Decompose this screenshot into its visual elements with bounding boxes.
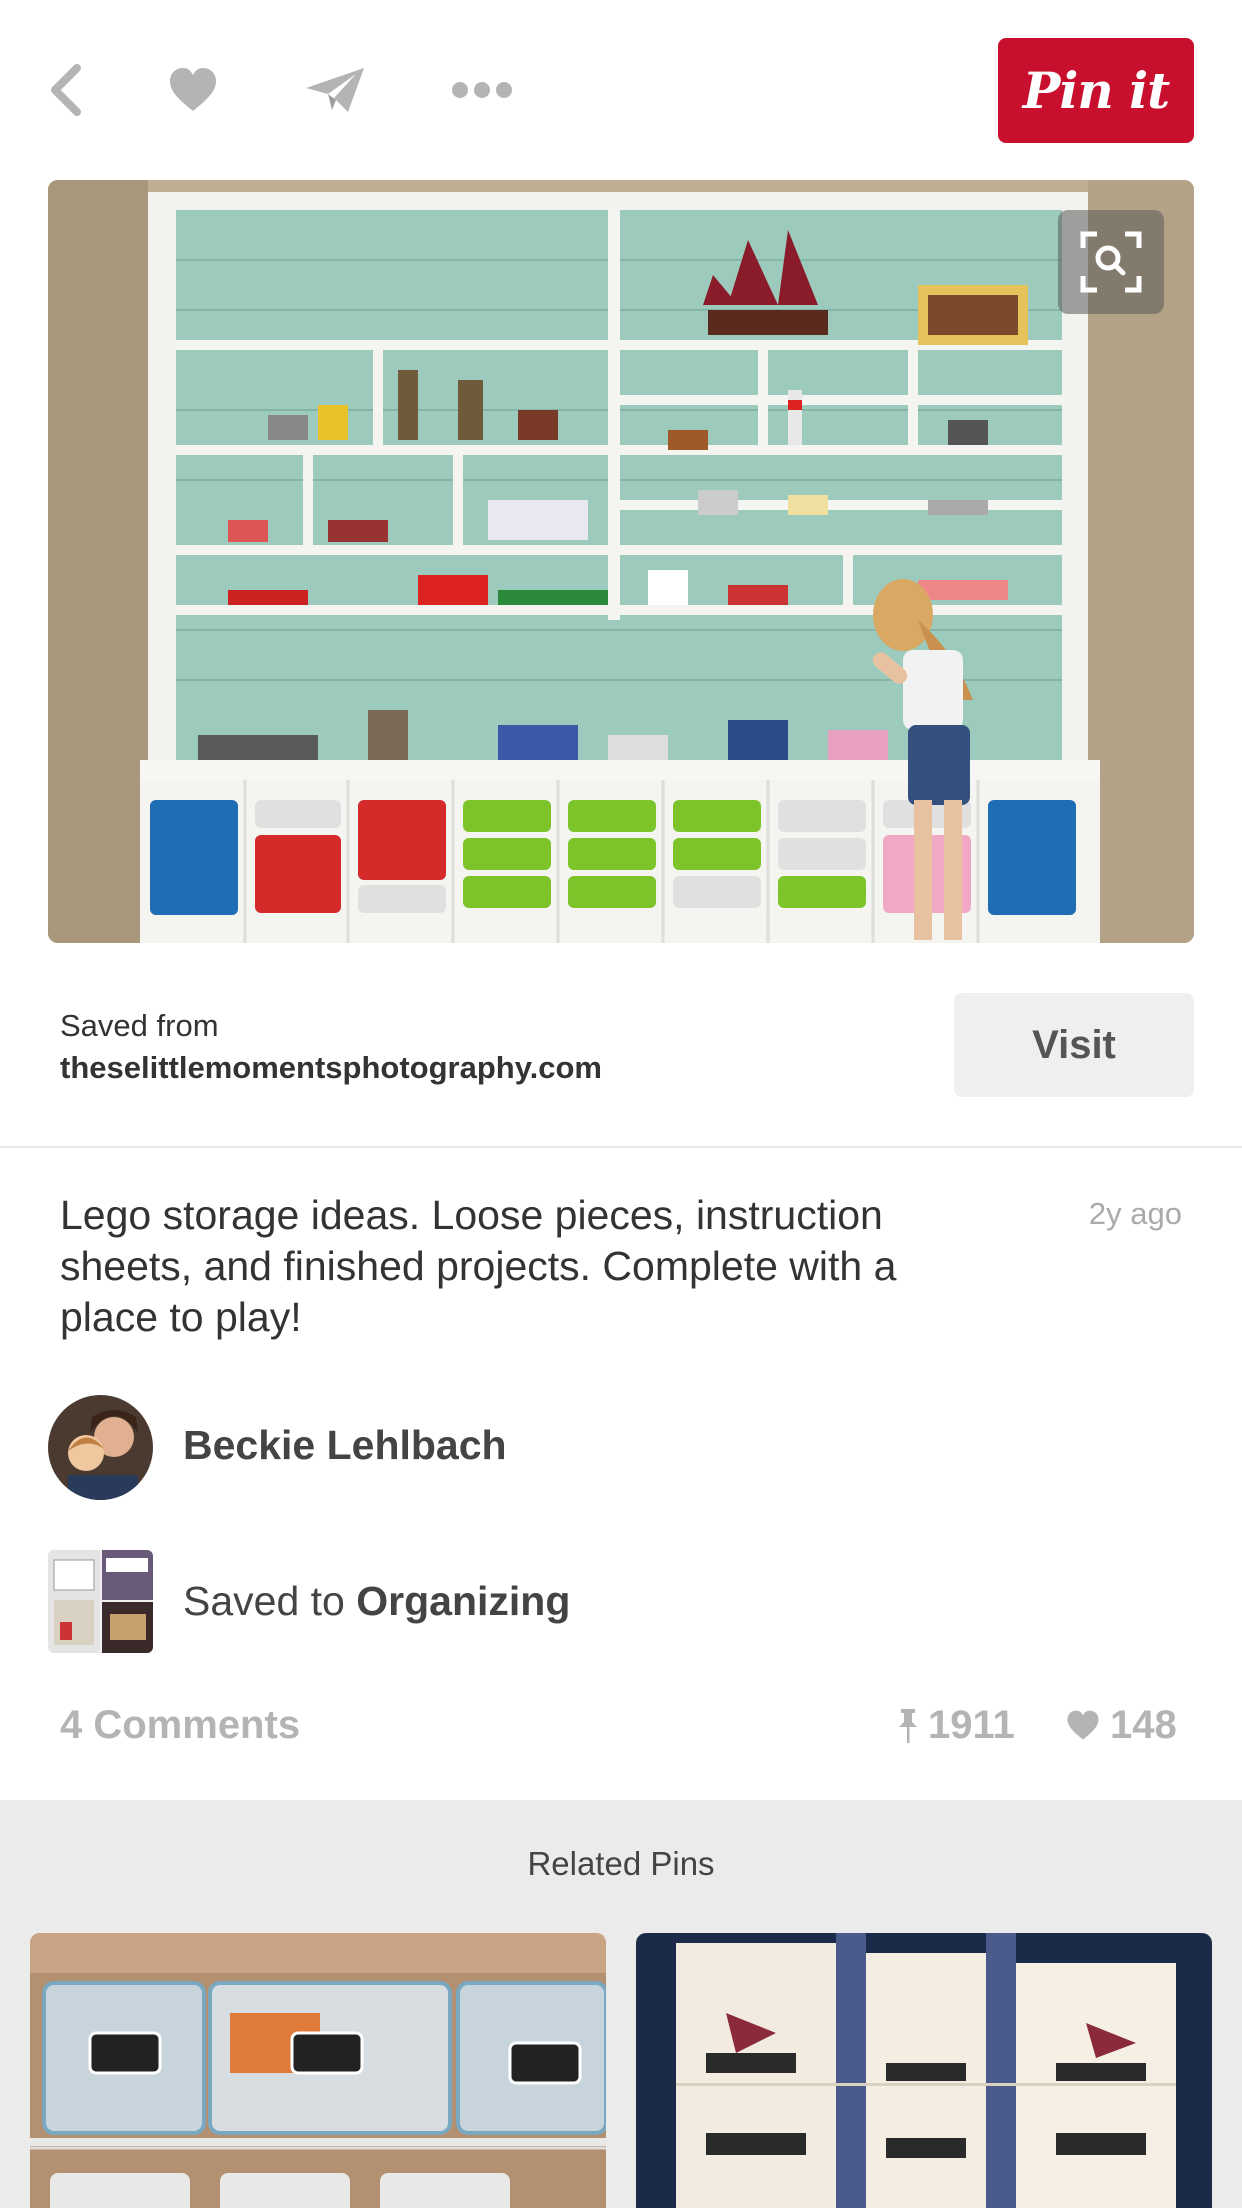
like-button[interactable] [148, 50, 238, 130]
top-toolbar: Pin it [0, 0, 1242, 180]
board-thumbnail[interactable] [48, 1550, 153, 1653]
saved-to-board[interactable]: Saved to Organizing [183, 1578, 570, 1625]
repin-count-value: 1911 [928, 1703, 1015, 1747]
pin-icon [899, 1708, 917, 1743]
ellipsis-icon [452, 82, 512, 98]
saved-from-label: Saved from [60, 1008, 219, 1043]
source-domain-link[interactable]: theselittlemomentsphotography.com [60, 1050, 602, 1086]
pin-it-button[interactable]: Pin it [998, 38, 1194, 143]
board-name[interactable]: Organizing [356, 1578, 570, 1624]
visual-search-icon [1080, 231, 1142, 293]
related-pin-image [30, 1933, 606, 2208]
back-button[interactable] [20, 50, 110, 130]
saved-to-prefix: Saved to [183, 1578, 345, 1624]
heart-icon [170, 68, 216, 111]
repin-count: 1911 [898, 1703, 1015, 1748]
related-pin-card[interactable] [30, 1933, 606, 2208]
send-button[interactable] [290, 50, 380, 130]
like-count-value: 148 [1110, 1703, 1177, 1747]
related-pin-card[interactable] [636, 1933, 1212, 2208]
timestamp: 2y ago [1088, 1196, 1182, 1231]
source-info: Saved from theselittlemomentsphotography… [60, 1008, 602, 1086]
visual-search-button[interactable] [1058, 210, 1164, 314]
lego-shelf-photo [48, 180, 1194, 943]
related-pin-image [636, 1933, 1212, 2208]
comments-link[interactable]: 4 Comments [60, 1703, 300, 1748]
avatar-image [48, 1395, 153, 1500]
heart-icon [1067, 1710, 1099, 1740]
visit-button[interactable]: Visit [954, 993, 1194, 1097]
related-pins-title: Related Pins [527, 1845, 715, 1882]
pin-description: Lego storage ideas. Loose pieces, instru… [60, 1192, 897, 1340]
chevron-left-icon [51, 64, 81, 116]
paper-plane-icon [306, 68, 364, 112]
board-thumbnail-image [48, 1550, 153, 1653]
avatar[interactable] [48, 1395, 153, 1500]
like-count: 148 [1066, 1703, 1177, 1748]
more-button[interactable] [437, 50, 527, 130]
divider [0, 1146, 1242, 1148]
pin-image[interactable] [48, 180, 1194, 943]
author-name[interactable]: Beckie Lehlbach [183, 1422, 507, 1469]
